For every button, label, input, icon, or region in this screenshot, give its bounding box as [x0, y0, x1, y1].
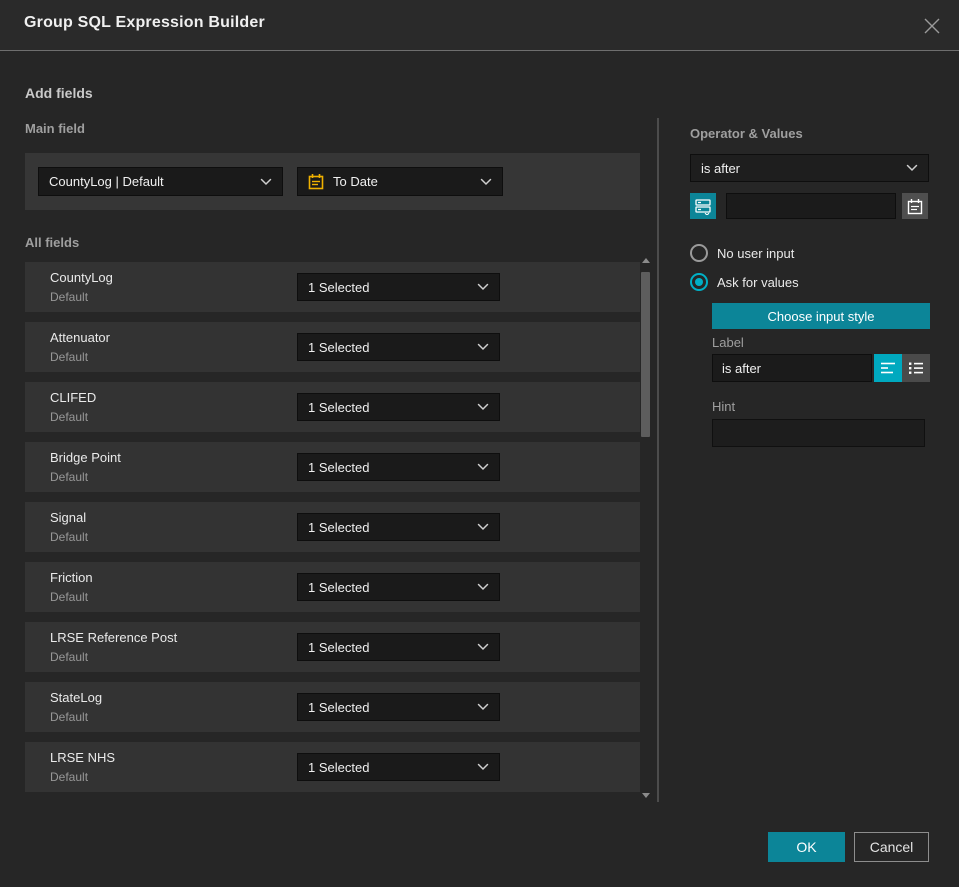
value-source-toggle-button[interactable] — [690, 193, 716, 219]
field-selection-dropdown[interactable]: 1 Selected — [297, 333, 500, 361]
field-selection-dropdown[interactable]: 1 Selected — [297, 573, 500, 601]
field-selection-value: 1 Selected — [308, 519, 370, 535]
field-subtitle: Default — [50, 650, 89, 664]
chevron-down-icon — [477, 283, 489, 291]
field-selection-dropdown[interactable]: 1 Selected — [297, 273, 500, 301]
chevron-down-icon — [480, 178, 492, 186]
close-icon[interactable] — [921, 15, 943, 37]
field-name: LRSE Reference Post — [50, 630, 178, 645]
field-selection-value: 1 Selected — [308, 579, 370, 595]
field-selection-value: 1 Selected — [308, 699, 370, 715]
field-selection-dropdown[interactable]: 1 Selected — [297, 393, 500, 421]
main-field-heading: Main field — [25, 121, 85, 136]
field-selection-value: 1 Selected — [308, 759, 370, 775]
radio-ask-for-values[interactable]: Ask for values — [690, 273, 799, 291]
field-subtitle: Default — [50, 410, 89, 424]
field-selection-dropdown[interactable]: 1 Selected — [297, 753, 500, 781]
chevron-down-icon — [477, 343, 489, 351]
chevron-down-icon — [906, 164, 918, 172]
radio-circle-icon — [690, 273, 708, 291]
field-name: StateLog — [50, 690, 103, 705]
scroll-up-icon[interactable] — [642, 258, 650, 263]
field-selection-value: 1 Selected — [308, 279, 370, 295]
chevron-down-icon — [477, 403, 489, 411]
hint-heading: Hint — [712, 399, 736, 414]
radio-label: No user input — [717, 245, 795, 261]
label-input[interactable] — [712, 354, 872, 382]
chevron-down-icon — [477, 703, 489, 711]
cancel-button[interactable]: Cancel — [854, 832, 929, 862]
field-name: Attenuator — [50, 330, 110, 345]
field-subtitle: Default — [50, 290, 89, 304]
radio-circle-icon — [690, 244, 708, 262]
date-field-select-value: To Date — [333, 174, 378, 189]
field-name: Signal — [50, 510, 87, 525]
main-field-select-value: CountyLog | Default — [49, 174, 164, 189]
scrollbar-thumb[interactable] — [641, 272, 650, 437]
date-picker-button[interactable] — [902, 193, 928, 219]
field-selection-dropdown[interactable]: 1 Selected — [297, 513, 500, 541]
choose-input-style-button[interactable]: Choose input style — [712, 303, 930, 329]
field-row: StateLog Default 1 Selected — [25, 682, 640, 732]
field-subtitle: Default — [50, 710, 89, 724]
chevron-down-icon — [477, 523, 489, 531]
field-subtitle: Default — [50, 350, 89, 364]
dialog-title: Group SQL Expression Builder — [24, 14, 265, 31]
all-fields-heading: All fields — [25, 235, 80, 250]
single-value-style-button[interactable] — [874, 354, 902, 382]
list-style-button[interactable] — [902, 354, 930, 382]
field-row: Friction Default 1 Selected — [25, 562, 640, 612]
ok-button[interactable]: OK — [768, 832, 845, 862]
field-subtitle: Default — [50, 590, 89, 604]
chevron-down-icon — [477, 463, 489, 471]
field-selection-value: 1 Selected — [308, 339, 370, 355]
field-row: LRSE Reference Post Default 1 Selected — [25, 622, 640, 672]
label-heading: Label — [712, 335, 744, 350]
hint-input[interactable] — [712, 419, 925, 447]
field-selection-value: 1 Selected — [308, 639, 370, 655]
field-selection-dropdown[interactable]: 1 Selected — [297, 453, 500, 481]
field-subtitle: Default — [50, 470, 89, 484]
operator-select-value: is after — [701, 160, 741, 176]
main-field-bar: CountyLog | Default To Date — [25, 153, 640, 210]
calendar-icon — [308, 173, 324, 190]
list-scrollbar[interactable] — [640, 256, 652, 802]
chevron-down-icon — [477, 583, 489, 591]
field-selection-dropdown[interactable]: 1 Selected — [297, 633, 500, 661]
add-fields-heading: Add fields — [25, 85, 93, 101]
date-field-select[interactable]: To Date — [297, 167, 503, 196]
field-name: CLIFED — [50, 390, 97, 405]
main-field-select[interactable]: CountyLog | Default — [38, 167, 283, 196]
group-sql-expression-builder-dialog: Group SQL Expression Builder Add fields … — [0, 0, 959, 887]
field-name: Friction — [50, 570, 93, 585]
field-subtitle: Default — [50, 770, 89, 784]
field-subtitle: Default — [50, 530, 89, 544]
field-row: CLIFED Default 1 Selected — [25, 382, 640, 432]
field-name: Bridge Point — [50, 450, 121, 465]
field-row: Signal Default 1 Selected — [25, 502, 640, 552]
radio-label: Ask for values — [717, 274, 799, 290]
scroll-down-icon[interactable] — [642, 793, 650, 798]
operator-select[interactable]: is after — [690, 154, 929, 182]
field-row: CountyLog Default 1 Selected — [25, 262, 640, 312]
panel-divider — [657, 118, 659, 802]
field-selection-dropdown[interactable]: 1 Selected — [297, 693, 500, 721]
title-bar: Group SQL Expression Builder — [0, 0, 959, 51]
field-row: Bridge Point Default 1 Selected — [25, 442, 640, 492]
input-style-toggle — [874, 354, 930, 382]
chevron-down-icon — [477, 763, 489, 771]
all-fields-list: CountyLog Default 1 Selected Attenuator … — [25, 262, 640, 802]
field-row: LRSE NHS Default 1 Selected — [25, 742, 640, 792]
field-name: CountyLog — [50, 270, 113, 285]
radio-no-user-input[interactable]: No user input — [690, 244, 795, 262]
value-input[interactable] — [726, 193, 896, 219]
field-selection-value: 1 Selected — [308, 399, 370, 415]
chevron-down-icon — [477, 643, 489, 651]
operator-values-heading: Operator & Values — [690, 126, 803, 141]
field-row: Attenuator Default 1 Selected — [25, 322, 640, 372]
field-name: LRSE NHS — [50, 750, 116, 765]
field-selection-value: 1 Selected — [308, 459, 370, 475]
chevron-down-icon — [260, 178, 272, 186]
